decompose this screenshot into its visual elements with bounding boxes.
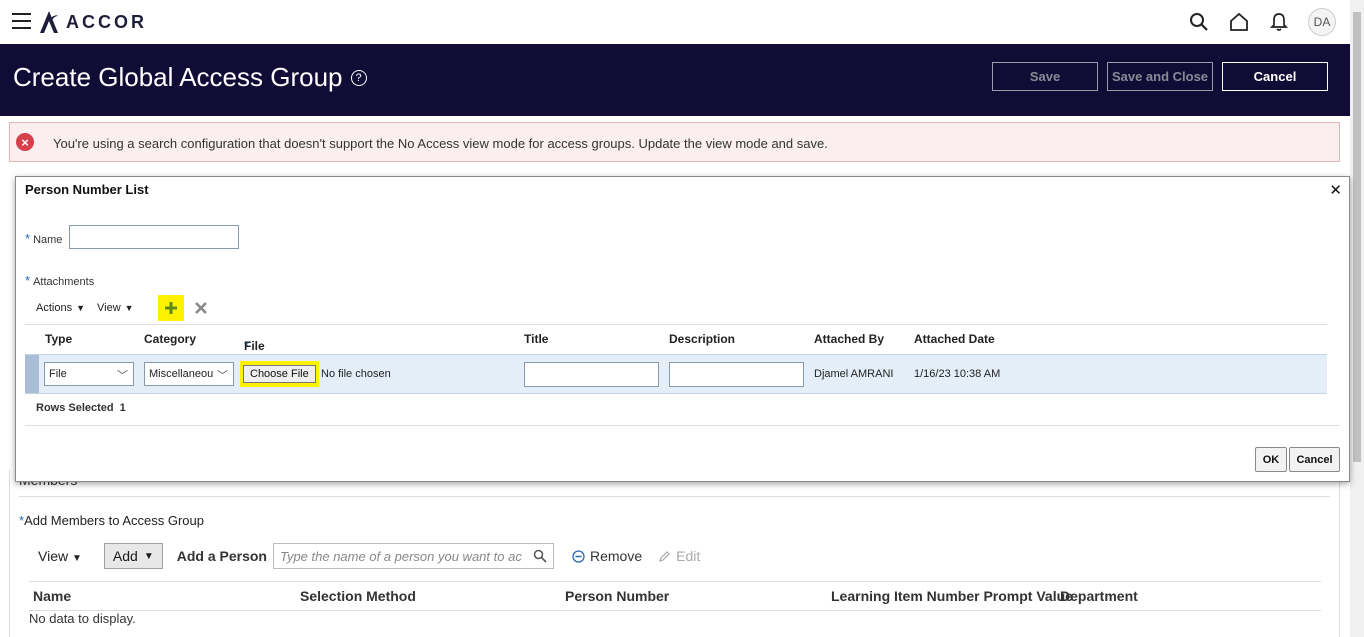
column-header[interactable]: Department: [1060, 588, 1138, 604]
ok-button[interactable]: OK: [1255, 447, 1287, 472]
error-icon: ×: [16, 133, 34, 151]
page-scrollbar[interactable]: [1350, 0, 1364, 637]
cancel-button[interactable]: Cancel: [1222, 62, 1328, 91]
top-bar: ACCOR DA: [0, 0, 1350, 44]
save-and-close-button[interactable]: Save and Close: [1107, 62, 1213, 91]
rows-selected-status: Rows Selected 1: [36, 402, 126, 414]
attachments-table-header: Type Category *File Name or URL Title De…: [25, 324, 1327, 395]
attached-by: Djamel AMRANI: [814, 368, 894, 380]
type-select[interactable]: File ﹀: [44, 362, 134, 386]
column-header[interactable]: Person Number: [565, 588, 669, 604]
choose-file-highlight: Choose File: [240, 361, 319, 387]
divider: [25, 425, 1340, 426]
members-toolbar: View ▼ Add ▼ Add a Person Type the name o…: [38, 542, 700, 570]
delete-x-icon: [194, 302, 207, 314]
attachments-label: * Attachments: [25, 273, 95, 288]
dialog-title: Person Number List: [25, 182, 149, 197]
search-icon[interactable]: [533, 549, 547, 566]
error-message-bar: × You're using a search configuration th…: [9, 122, 1340, 162]
save-button[interactable]: Save: [992, 62, 1098, 91]
chevron-down-icon: ﹀: [217, 370, 228, 382]
caret-down-icon: ▼: [76, 303, 85, 313]
chevron-down-icon: ▼: [143, 550, 154, 562]
column-header[interactable]: Selection Method: [300, 588, 416, 604]
attachments-toolbar: Actions ▼ View ▼: [36, 295, 208, 321]
brand-logo[interactable]: ACCOR: [38, 8, 147, 36]
members-section: Members *Add Members to Access Group Vie…: [9, 470, 1340, 637]
delete-attachment-button[interactable]: [194, 301, 208, 315]
column-header[interactable]: Learning Item Number Prompt Value: [831, 588, 1073, 604]
search-icon[interactable]: [1188, 11, 1210, 33]
attached-date: 1/16/23 10:38 AM: [914, 368, 1001, 380]
view-menu[interactable]: View ▼: [97, 302, 134, 314]
table-row[interactable]: File ﹀ Miscellaneou ﹀ Choose File No file …: [25, 354, 1327, 394]
add-person-label: Add a Person: [176, 548, 267, 564]
members-table-header: Name Selection Method Person Number Lear…: [29, 581, 1321, 611]
user-avatar[interactable]: DA: [1308, 8, 1336, 36]
members-add-button[interactable]: Add ▼: [103, 543, 163, 569]
chevron-down-icon: ﹀: [117, 370, 128, 382]
name-label: * Name: [25, 231, 63, 246]
edit-button[interactable]: Edit: [658, 548, 700, 564]
name-input[interactable]: [69, 225, 239, 249]
category-select[interactable]: Miscellaneou ﹀: [144, 362, 234, 386]
add-members-label: *Add Members to Access Group: [19, 513, 204, 528]
pencil-icon: [659, 550, 670, 562]
actions-menu[interactable]: Actions ▼: [36, 302, 85, 314]
row-selection-marker[interactable]: [25, 355, 39, 393]
page-title-group: Create Global Access Group ?: [13, 62, 367, 93]
scrollbar-thumb[interactable]: [1353, 12, 1361, 462]
help-icon[interactable]: ?: [350, 69, 367, 86]
column-header[interactable]: Name: [33, 588, 71, 604]
members-view-menu[interactable]: View ▼: [38, 548, 82, 564]
add-attachment-button[interactable]: [157, 295, 184, 321]
person-number-list-dialog: Person Number List ✕ * Name * Attachments …: [15, 176, 1350, 482]
remove-button[interactable]: Remove: [572, 548, 642, 564]
accor-logo-icon: [40, 11, 58, 33]
column-header: Title: [524, 332, 549, 346]
column-header: Category: [144, 332, 197, 346]
notifications-bell-icon[interactable]: [1268, 11, 1290, 33]
column-header: Description: [669, 332, 736, 346]
description-input[interactable]: [669, 362, 804, 387]
no-file-text: No file chosen: [321, 368, 391, 380]
caret-down-icon: ▼: [124, 303, 134, 313]
column-header: Attached Date: [914, 332, 995, 346]
title-input[interactable]: [524, 362, 659, 387]
column-header: Attached By: [814, 332, 885, 346]
attachments-table: Type Category *File Name or URL Title De…: [25, 324, 1327, 395]
page-header: Create Global Access Group ? Save Save a…: [0, 44, 1350, 116]
minus-circle-icon: [572, 549, 585, 563]
plus-icon: [164, 302, 177, 314]
choose-file-button[interactable]: Choose File: [243, 365, 316, 383]
close-icon[interactable]: ✕: [1329, 181, 1342, 199]
dialog-cancel-button[interactable]: Cancel: [1289, 447, 1340, 472]
hamburger-menu-icon[interactable]: [12, 13, 31, 29]
add-person-search-input[interactable]: Type the name of a person you want to ac: [272, 543, 554, 569]
column-header: Type: [45, 332, 73, 346]
divider: [19, 496, 1330, 497]
error-message: You're using a search configuration that…: [53, 136, 828, 151]
page-title: Create Global Access Group: [13, 62, 343, 92]
brand-name: ACCOR: [66, 11, 147, 32]
home-icon[interactable]: [1228, 11, 1250, 33]
empty-table-text: No data to display.: [29, 611, 136, 626]
